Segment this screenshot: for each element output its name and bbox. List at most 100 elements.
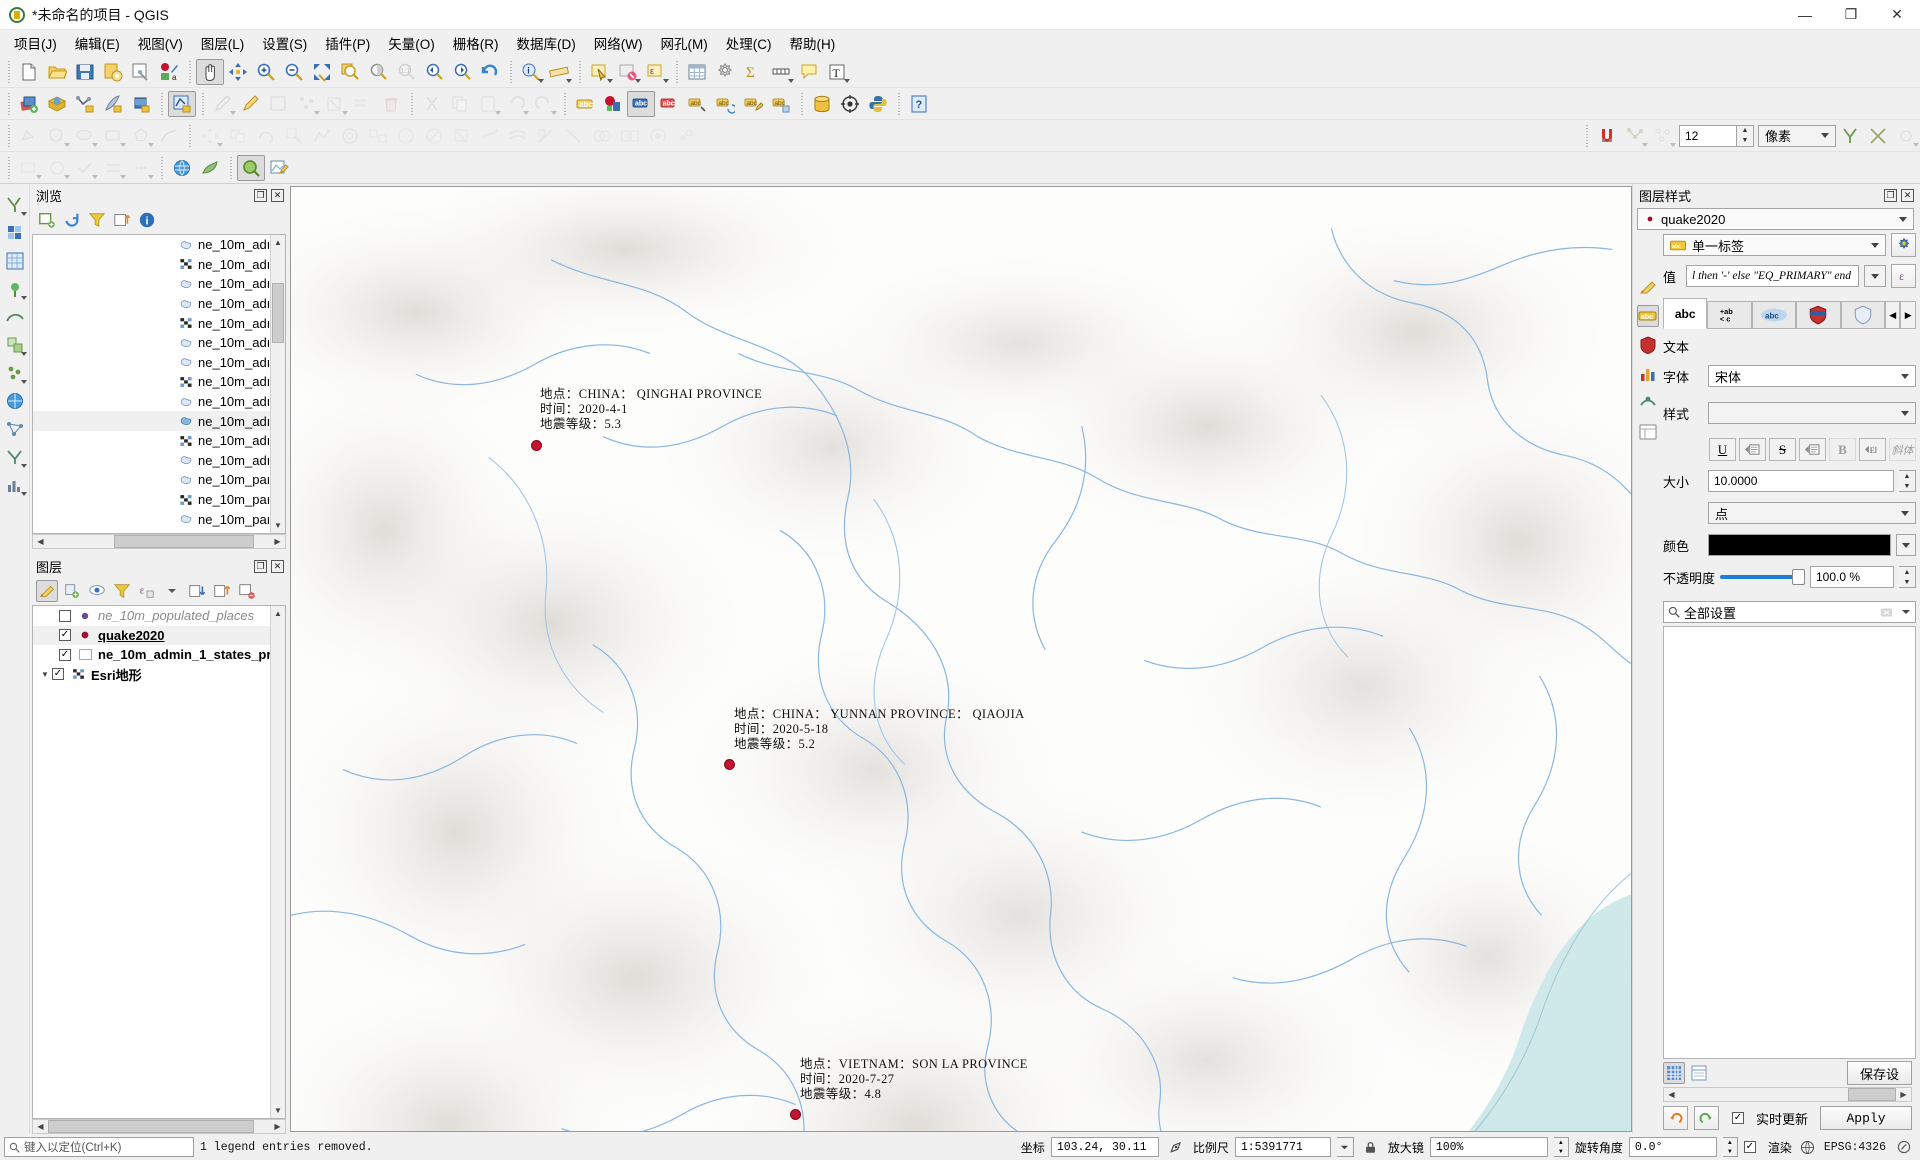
symbology-tab-icon[interactable] bbox=[1637, 276, 1659, 298]
map-canvas[interactable]: 地点：CHINA： QINGHAI PROVINCE 时间：2020-4-1 地… bbox=[290, 186, 1632, 1132]
zoom-to-layer-icon[interactable] bbox=[364, 59, 392, 85]
expand-all-icon[interactable] bbox=[186, 580, 208, 602]
layer-expander-icon[interactable]: ▼ bbox=[41, 670, 51, 679]
move-feature-icon[interactable] bbox=[196, 123, 224, 149]
split-parts-icon[interactable] bbox=[560, 123, 588, 149]
add-circle-feature-icon[interactable] bbox=[43, 123, 71, 149]
browser-hscroll-left-icon[interactable]: ◀ bbox=[33, 537, 48, 546]
add-ellipse-feature-icon[interactable] bbox=[71, 123, 99, 149]
more-tools-icon[interactable] bbox=[127, 155, 155, 181]
browser-item-9[interactable]: ne_10m_adı bbox=[33, 411, 285, 431]
save-project-as-icon[interactable] bbox=[99, 59, 127, 85]
add-regular-polygon-icon[interactable] bbox=[127, 123, 155, 149]
quake-marker-2[interactable] bbox=[724, 759, 735, 770]
filter-browser-icon[interactable] bbox=[86, 209, 108, 231]
browser-scroll-up-icon[interactable]: ▲ bbox=[271, 235, 285, 250]
metasearch-globe-icon[interactable] bbox=[168, 155, 196, 181]
offset-point-symbols-icon[interactable] bbox=[672, 123, 700, 149]
rotate-label-icon[interactable]: abc bbox=[711, 91, 739, 117]
vector-overlay-icon[interactable] bbox=[2, 332, 28, 358]
opacity-input[interactable]: 100.0 % bbox=[1810, 566, 1894, 588]
layer-diagram-icon[interactable] bbox=[599, 91, 627, 117]
maximize-button[interactable]: ❐ bbox=[1828, 0, 1874, 30]
rotate-point-symbols-icon[interactable] bbox=[644, 123, 672, 149]
menu-help[interactable]: 帮助(H) bbox=[780, 30, 844, 56]
raster-analysis-icon[interactable] bbox=[2, 220, 28, 246]
snapping-units-combo[interactable]: 像素 bbox=[1758, 124, 1836, 147]
delete-ring-icon[interactable] bbox=[420, 123, 448, 149]
crs-globe-icon[interactable] bbox=[1798, 1140, 1818, 1155]
style-manager-icon[interactable]: a bbox=[155, 59, 183, 85]
cut-features-icon[interactable] bbox=[418, 91, 446, 117]
browser-close-button[interactable]: ✕ bbox=[271, 188, 284, 202]
toolbar-handle-3[interactable] bbox=[507, 60, 514, 83]
vertex-tool-icon[interactable] bbox=[293, 91, 321, 117]
align-right-button[interactable] bbox=[1799, 438, 1826, 461]
menu-layer[interactable]: 图层(L) bbox=[192, 30, 254, 56]
collapse-all-icon[interactable] bbox=[111, 209, 133, 231]
gps-tools-icon[interactable] bbox=[2, 276, 28, 302]
magnifier-stepper[interactable]: ▲ ▼ bbox=[1553, 1137, 1569, 1157]
layer-checkbox[interactable]: ✓ bbox=[52, 668, 64, 681]
geometry-checker-icon[interactable] bbox=[71, 155, 99, 181]
layer-row-admin-states[interactable]: ✓ ne_10m_admin_1_states_pro bbox=[33, 645, 285, 665]
manage-visibility-icon[interactable] bbox=[86, 580, 108, 602]
layer-row-populated-places[interactable]: ne_10m_populated_places bbox=[33, 606, 285, 626]
toolbar-handle-7[interactable] bbox=[158, 92, 165, 115]
zoom-next-icon[interactable] bbox=[448, 59, 476, 85]
add-rectangle-feature-icon[interactable] bbox=[99, 123, 127, 149]
new-project-icon[interactable] bbox=[15, 59, 43, 85]
style-hscroll-thumb[interactable] bbox=[1848, 1088, 1896, 1101]
size-stepper[interactable]: ▲ ▼ bbox=[1899, 470, 1916, 492]
layers-horizontal-scrollbar[interactable]: ◀ ▶ bbox=[32, 1119, 286, 1134]
history-tab-icon[interactable] bbox=[1637, 421, 1659, 443]
browser-vertical-scrollbar[interactable]: ▲ ▼ bbox=[270, 235, 285, 533]
live-update-checkbox[interactable]: ✓ bbox=[1731, 1112, 1744, 1124]
expression-editor-icon[interactable]: ε bbox=[1891, 264, 1916, 288]
style-footer-hscrollbar[interactable]: ◀ ▶ bbox=[1663, 1087, 1912, 1102]
snapping-toggle-icon[interactable] bbox=[1593, 123, 1621, 149]
scale-dropdown-icon[interactable] bbox=[1336, 1137, 1354, 1157]
layer-checkbox[interactable]: ✓ bbox=[59, 629, 71, 642]
masks-tab-icon[interactable] bbox=[1637, 334, 1659, 356]
simplify-feature-icon[interactable] bbox=[308, 123, 336, 149]
layers-vertical-scrollbar[interactable]: ▲ ▼ bbox=[270, 606, 285, 1118]
select-features-icon[interactable] bbox=[586, 59, 614, 85]
browser-item-0[interactable]: ne_10m_adı bbox=[33, 235, 285, 255]
icon-view-toggle[interactable] bbox=[1663, 1062, 1685, 1084]
open-layer-styling-icon[interactable] bbox=[36, 580, 58, 602]
add-feature-icon[interactable] bbox=[15, 123, 43, 149]
collapse-all-layers-icon[interactable] bbox=[211, 580, 233, 602]
map-tips-icon[interactable] bbox=[795, 59, 823, 85]
size-unit-combo[interactable]: 点 bbox=[1708, 502, 1916, 524]
labels-tab-icon[interactable]: abc bbox=[1637, 305, 1659, 327]
histogram-icon[interactable] bbox=[2, 472, 28, 498]
color-dropdown-button[interactable] bbox=[1896, 534, 1916, 556]
coordinate-input[interactable]: 103.24, 30.11 bbox=[1050, 1137, 1159, 1157]
save-project-icon[interactable] bbox=[71, 59, 99, 85]
lock-scale-icon[interactable] bbox=[1360, 1140, 1382, 1155]
snapping-tolerance-stepper[interactable]: ▲ ▼ bbox=[1737, 124, 1754, 147]
select-by-expression-icon[interactable]: ε bbox=[642, 59, 670, 85]
web-services-icon[interactable] bbox=[2, 388, 28, 414]
snapping-options-icon[interactable] bbox=[1892, 123, 1920, 149]
interpolation-icon[interactable] bbox=[2, 304, 28, 330]
browser-item-12[interactable]: ne_10m_paı bbox=[33, 470, 285, 490]
current-edits-icon[interactable] bbox=[209, 91, 237, 117]
expression-filter-icon[interactable]: ε bbox=[136, 580, 158, 602]
opacity-slider[interactable] bbox=[1720, 566, 1805, 588]
toolbar-handle-16[interactable] bbox=[5, 156, 12, 179]
layer-row-quake2020[interactable]: ✓ quake2020 bbox=[33, 625, 285, 645]
browser-hscroll-thumb[interactable] bbox=[114, 535, 254, 548]
add-selected-layers-icon[interactable] bbox=[36, 209, 58, 231]
openstreetmap-tool-icon[interactable] bbox=[196, 155, 224, 181]
browser-item-6[interactable]: ne_10m_adı bbox=[33, 353, 285, 373]
magnifier-input[interactable]: 100% bbox=[1429, 1137, 1548, 1157]
tabs-scroll-right-icon[interactable]: ▶ bbox=[1900, 301, 1917, 329]
statistics-icon[interactable]: Σ bbox=[739, 59, 767, 85]
label-layer-icon[interactable]: abc bbox=[571, 91, 599, 117]
toolbar-handle-15[interactable] bbox=[1583, 124, 1590, 147]
diagram-tab-icon[interactable] bbox=[1637, 363, 1659, 385]
delete-part-icon[interactable] bbox=[448, 123, 476, 149]
pan-map-icon[interactable] bbox=[196, 58, 224, 85]
